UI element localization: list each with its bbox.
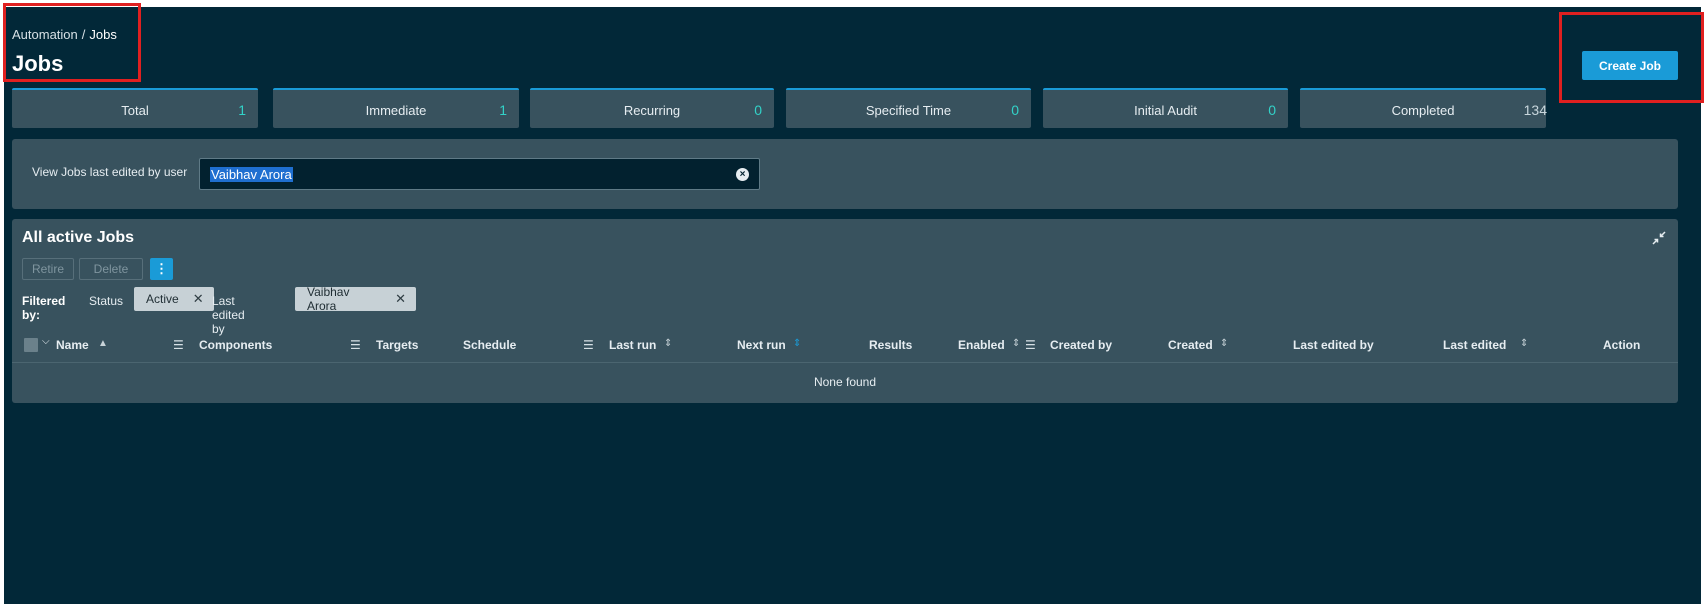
stat-card-specified-time[interactable]: Specified Time 0 bbox=[786, 88, 1031, 128]
stat-value: 1 bbox=[238, 102, 246, 118]
remove-filter-icon[interactable]: ✕ bbox=[395, 291, 406, 307]
column-header-last-run[interactable]: Last run bbox=[609, 338, 656, 352]
app-window: Automation / Jobs Jobs Create Job Total 1 … bbox=[4, 7, 1701, 604]
column-header-targets[interactable]: Targets bbox=[376, 338, 418, 352]
stat-card-immediate[interactable]: Immediate 1 bbox=[273, 88, 519, 128]
stat-label: Specified Time bbox=[865, 103, 952, 118]
jobs-panel-title: All active Jobs bbox=[22, 229, 135, 246]
column-header-name[interactable]: Name bbox=[56, 338, 89, 352]
stat-value: 0 bbox=[754, 102, 762, 118]
filter-chip-status[interactable]: Active ✕ bbox=[134, 287, 214, 311]
empty-state: None found bbox=[813, 375, 877, 389]
column-header-action: Action bbox=[1603, 338, 1641, 352]
page-title: Jobs bbox=[12, 51, 64, 76]
select-all-checkbox[interactable] bbox=[24, 338, 38, 352]
stat-label: Total bbox=[121, 103, 149, 118]
delete-button[interactable]: Delete bbox=[79, 258, 143, 280]
stat-label: Completed bbox=[1391, 103, 1455, 118]
stat-label: Initial Audit bbox=[1134, 103, 1197, 118]
breadcrumb-current: Jobs bbox=[89, 27, 117, 42]
stat-value: 134 bbox=[1523, 102, 1547, 118]
stat-label: Recurring bbox=[623, 103, 681, 118]
filter-icon[interactable]: ☰ bbox=[350, 338, 361, 352]
filter-chip-label: Active bbox=[146, 292, 179, 306]
sort-icon[interactable]: ⇕ bbox=[1520, 338, 1528, 349]
filter-icon[interactable]: ☰ bbox=[583, 338, 594, 352]
filter-icon[interactable]: ☰ bbox=[1025, 338, 1036, 352]
stat-card-total[interactable]: Total 1 bbox=[12, 88, 258, 128]
sort-icon[interactable]: ⇕ bbox=[664, 338, 672, 349]
column-header-created-by[interactable]: Created by bbox=[1050, 338, 1112, 352]
user-filter-value[interactable]: Vaibhav Arora bbox=[210, 167, 293, 182]
stat-value: 0 bbox=[1011, 102, 1019, 118]
sort-icon[interactable]: ▲ bbox=[98, 338, 108, 349]
user-filter-label: View Jobs last edited by user bbox=[32, 165, 188, 179]
remove-filter-icon[interactable]: ✕ bbox=[193, 291, 204, 307]
column-header-created[interactable]: Created bbox=[1168, 338, 1213, 352]
breadcrumb-separator: / bbox=[81, 27, 86, 42]
column-header-components[interactable]: Components bbox=[199, 338, 272, 352]
filter-chip-last-edited-by[interactable]: Vaibhav Arora ✕ bbox=[295, 285, 416, 313]
clear-icon[interactable]: × bbox=[736, 168, 749, 181]
stat-card-initial-audit[interactable]: Initial Audit 0 bbox=[1043, 88, 1288, 128]
filter-chip-label: Vaibhav Arora bbox=[307, 285, 350, 313]
breadcrumb-parent[interactable]: Automation bbox=[12, 27, 78, 42]
jobs-panel: All active Jobs Retire Delete ⋮ Filtered… bbox=[12, 219, 1678, 403]
collapse-icon[interactable] bbox=[1652, 231, 1666, 245]
sort-icon[interactable]: ⇕ bbox=[1220, 338, 1228, 349]
create-job-button[interactable]: Create Job bbox=[1582, 51, 1678, 80]
column-header-enabled[interactable]: Enabled bbox=[958, 338, 1005, 352]
sort-icon[interactable]: ⇕ bbox=[1012, 338, 1020, 349]
column-header-next-run[interactable]: Next run bbox=[737, 338, 786, 352]
retire-button[interactable]: Retire bbox=[22, 258, 74, 280]
filter-key-status: Status bbox=[89, 294, 124, 308]
column-header-last-edited[interactable]: Last edited bbox=[1443, 338, 1506, 352]
column-header-last-edited-by[interactable]: Last edited by bbox=[1293, 338, 1374, 352]
sort-ascending-icon[interactable]: ⇕ bbox=[793, 338, 801, 349]
filtered-by-label: Filtered by: bbox=[22, 294, 66, 322]
stats-bar: Total 1 Immediate 1 Recurring 0 Specifie… bbox=[12, 88, 1705, 129]
stat-label: Immediate bbox=[365, 103, 427, 118]
user-filter-panel: View Jobs last edited by user Vaibhav Ar… bbox=[12, 139, 1678, 209]
stat-card-recurring[interactable]: Recurring 0 bbox=[530, 88, 774, 128]
more-options-button[interactable]: ⋮ bbox=[150, 258, 173, 280]
stat-card-completed[interactable]: Completed 134 bbox=[1300, 88, 1547, 128]
stat-value: 0 bbox=[1268, 102, 1276, 118]
table-header: ⌵ Name ▲ ☰ Components ☰ Targets Schedule… bbox=[12, 327, 1678, 363]
breadcrumb: Automation / Jobs bbox=[12, 27, 117, 42]
filter-icon[interactable]: ☰ bbox=[173, 338, 184, 352]
user-filter-input[interactable]: Vaibhav Arora × bbox=[199, 158, 760, 190]
column-header-schedule[interactable]: Schedule bbox=[463, 338, 516, 352]
column-header-results[interactable]: Results bbox=[869, 338, 912, 352]
stat-value: 1 bbox=[499, 102, 507, 118]
chevron-down-icon[interactable]: ⌵ bbox=[42, 336, 50, 347]
